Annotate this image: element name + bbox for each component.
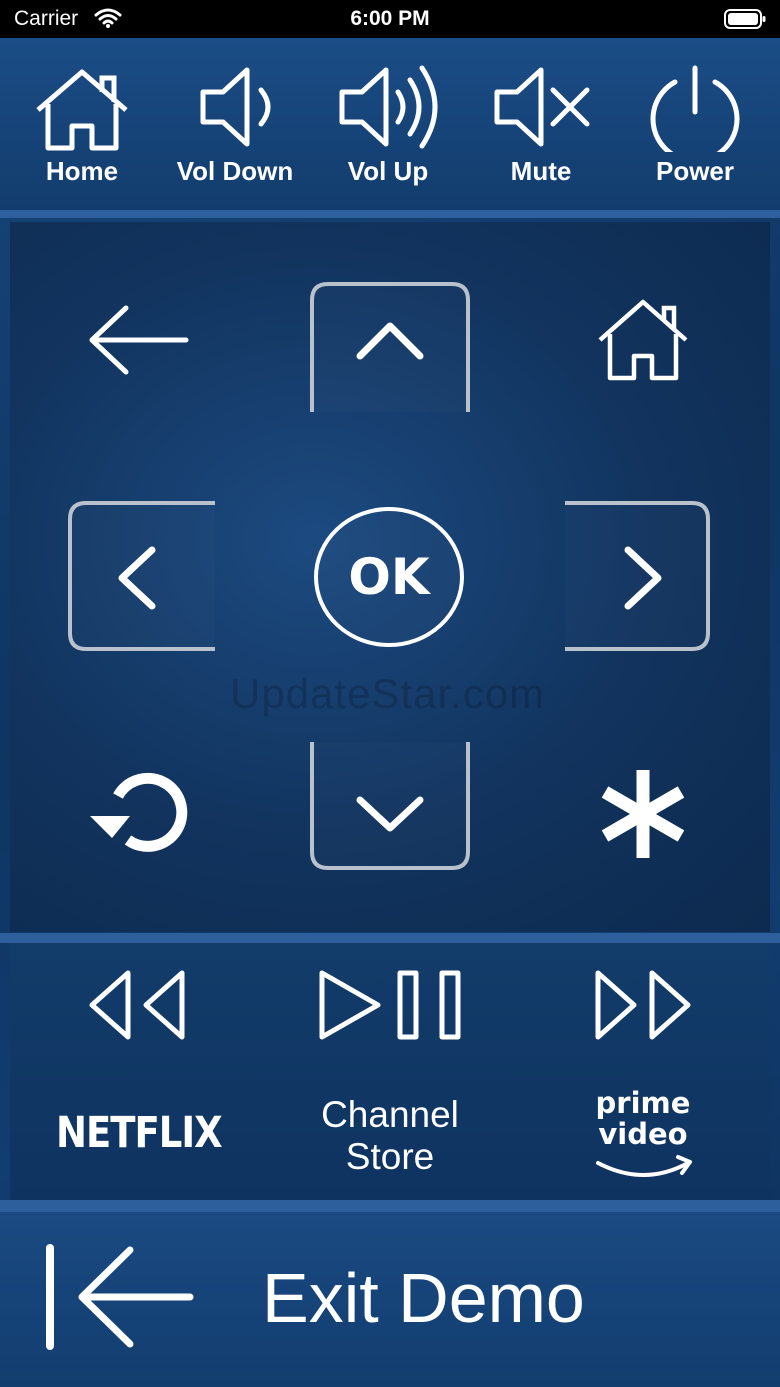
prime-video-button[interactable]: prime video bbox=[578, 1088, 708, 1150]
divider bbox=[0, 1200, 780, 1212]
channel-store-button[interactable]: Channel Store bbox=[290, 1094, 490, 1178]
amazon-smile-icon bbox=[596, 1161, 690, 1177]
ok-label: OK bbox=[348, 548, 430, 606]
fast-forward-button[interactable] bbox=[580, 963, 700, 1053]
channel-store-label-line1: Channel bbox=[321, 1094, 459, 1135]
left-button[interactable] bbox=[68, 501, 215, 651]
play-pause-button[interactable] bbox=[310, 963, 470, 1053]
prime-label-line1: prime bbox=[595, 1086, 691, 1120]
up-button[interactable] bbox=[310, 282, 470, 412]
divider bbox=[0, 933, 780, 943]
netflix-button[interactable]: NETFLIX bbox=[56, 1108, 223, 1157]
rewind-button[interactable] bbox=[80, 963, 200, 1053]
exit-demo-label: Exit Demo bbox=[262, 1259, 585, 1337]
back-button[interactable] bbox=[70, 290, 210, 390]
prime-label-line2: video bbox=[598, 1117, 688, 1151]
replay-button[interactable] bbox=[80, 760, 200, 870]
exit-arrow-icon bbox=[46, 1244, 194, 1350]
netflix-label: NETFLIX bbox=[56, 1107, 223, 1158]
roku-home-button[interactable] bbox=[580, 290, 710, 390]
right-button[interactable] bbox=[565, 501, 710, 651]
down-button[interactable] bbox=[310, 742, 470, 870]
channel-store-label-line2: Store bbox=[345, 1136, 435, 1177]
options-button[interactable] bbox=[580, 760, 710, 870]
